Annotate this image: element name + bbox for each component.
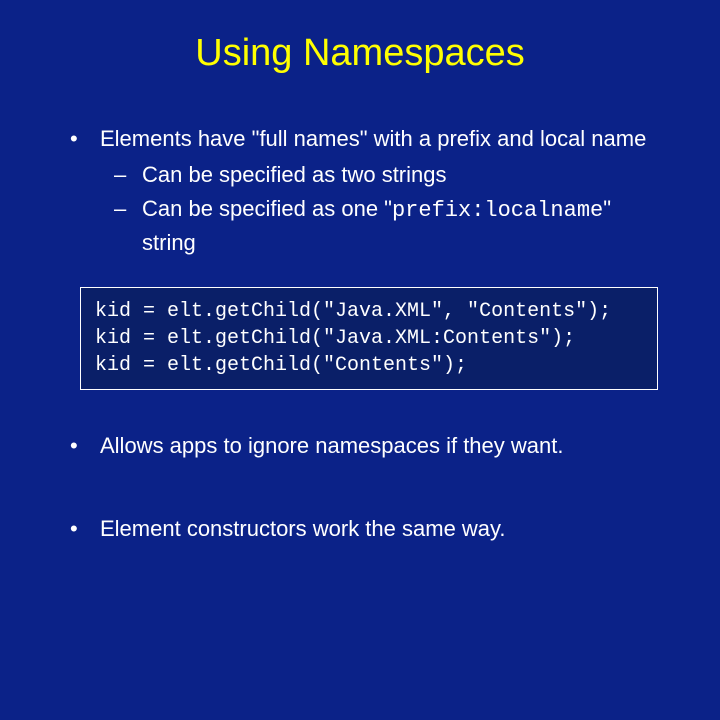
- code-line-2: kid = elt.getChild("Java.XML:Contents");: [95, 327, 575, 350]
- slide-title: Using Namespaces: [40, 32, 680, 75]
- sub-2-code: prefix:localname: [392, 198, 603, 223]
- sub-2-a: Can be specified as one ": [142, 196, 392, 221]
- bullet-item-3: Element constructors work the same way.: [70, 513, 664, 545]
- slide: Using Namespaces Elements have "full nam…: [0, 0, 720, 720]
- bullet-item-2: Allows apps to ignore namespaces if they…: [70, 430, 664, 462]
- bullet-item-1: Elements have "full names" with a prefix…: [70, 123, 664, 259]
- sub-item-1: Can be specified as two strings: [114, 159, 664, 191]
- spacer: [40, 479, 680, 513]
- sub-item-2: Can be specified as one "prefix:localnam…: [114, 193, 664, 259]
- code-block: kid = elt.getChild("Java.XML", "Contents…: [80, 287, 658, 390]
- bullet-list: Elements have "full names" with a prefix…: [70, 123, 664, 259]
- bullet-list-3: Element constructors work the same way.: [70, 513, 664, 545]
- code-line-1: kid = elt.getChild("Java.XML", "Contents…: [95, 300, 611, 323]
- code-line-3: kid = elt.getChild("Contents");: [95, 354, 467, 377]
- bullet-1-text: Elements have "full names" with a prefix…: [100, 126, 646, 151]
- sub-list: Can be specified as two strings Can be s…: [114, 159, 664, 259]
- bullet-list-2: Allows apps to ignore namespaces if they…: [70, 430, 664, 462]
